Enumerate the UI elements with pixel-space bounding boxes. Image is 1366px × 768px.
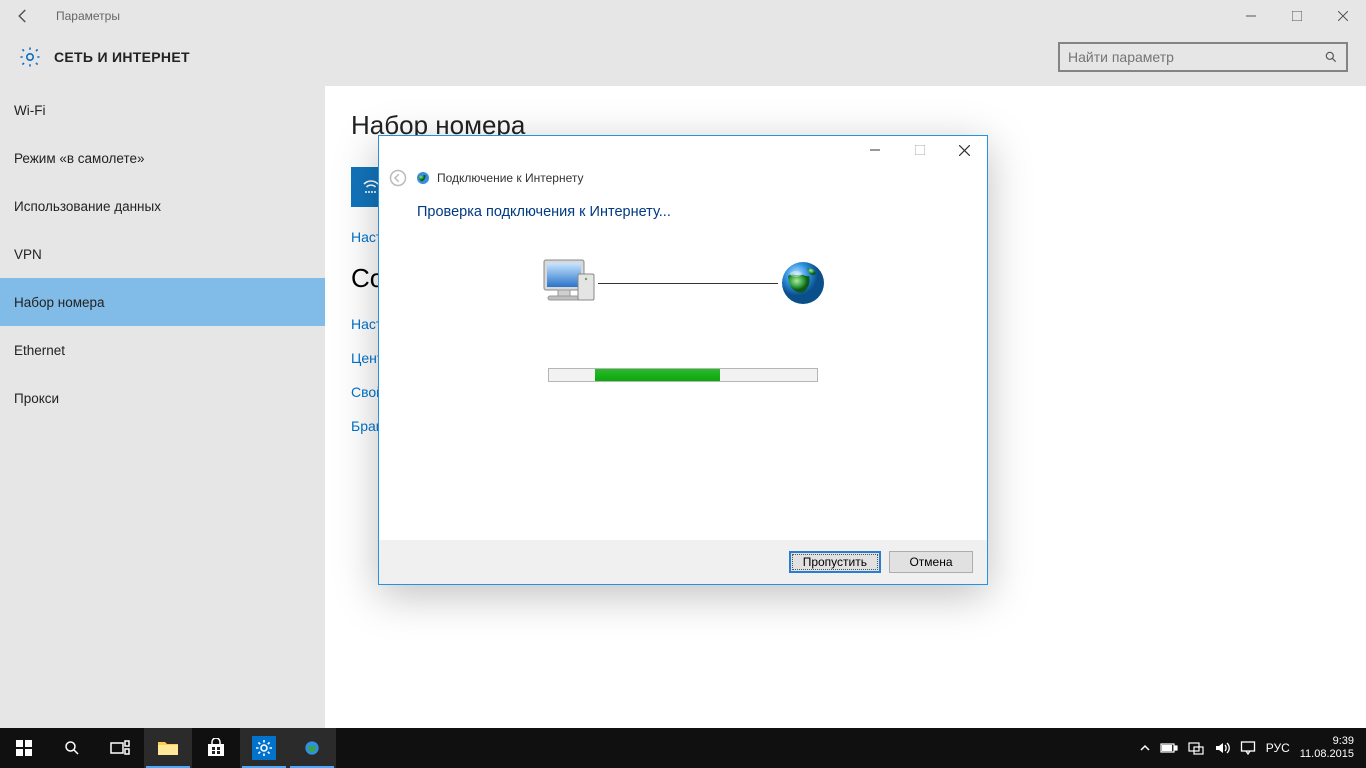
wizard-close-button[interactable] xyxy=(942,136,987,164)
connection-diagram xyxy=(417,256,949,310)
battery-icon[interactable] xyxy=(1160,742,1178,754)
wizard-minimize-button[interactable] xyxy=(852,136,897,164)
wizard-footer: Пропустить Отмена xyxy=(379,540,987,584)
network-icon[interactable] xyxy=(1188,740,1204,756)
sidebar-item-proxy[interactable]: Прокси xyxy=(0,374,325,422)
settings-header: СЕТЬ И ИНТЕРНЕТ xyxy=(0,32,1366,86)
globe-small-icon xyxy=(415,170,431,186)
gear-icon xyxy=(18,45,42,69)
task-view-button[interactable] xyxy=(96,728,144,768)
wizard-title-text: Подключение к Интернету xyxy=(437,171,584,185)
sidebar: Wi-Fi Режим «в самолете» Использование д… xyxy=(0,86,325,730)
back-button[interactable] xyxy=(14,7,38,25)
tray-overflow-icon[interactable] xyxy=(1140,743,1150,753)
sidebar-item-label: Прокси xyxy=(14,391,59,406)
action-center-icon[interactable] xyxy=(1240,740,1256,756)
wizard-title: Подключение к Интернету xyxy=(415,170,584,186)
sidebar-item-label: Ethernet xyxy=(14,343,65,358)
sidebar-item-data-usage[interactable]: Использование данных xyxy=(0,182,325,230)
cancel-button[interactable]: Отмена xyxy=(889,551,973,573)
sidebar-item-label: Wi-Fi xyxy=(14,103,45,118)
sidebar-item-label: Режим «в самолете» xyxy=(14,151,145,166)
settings-section-title: СЕТЬ И ИНТЕРНЕТ xyxy=(54,49,190,65)
maximize-button[interactable] xyxy=(1274,0,1320,32)
system-tray: РУС 9:39 11.08.2015 xyxy=(1140,728,1366,768)
sidebar-item-wifi[interactable]: Wi-Fi xyxy=(0,86,325,134)
search-input[interactable] xyxy=(1068,49,1324,65)
wizard-maximize-button xyxy=(897,136,942,164)
sidebar-item-ethernet[interactable]: Ethernet xyxy=(0,326,325,374)
search-box[interactable] xyxy=(1058,42,1348,72)
sidebar-item-label: Набор номера xyxy=(14,295,105,310)
wizard-back-button xyxy=(389,169,407,187)
taskbar-search-button[interactable] xyxy=(48,728,96,768)
computer-icon xyxy=(538,256,598,310)
minimize-button[interactable] xyxy=(1228,0,1274,32)
start-button[interactable] xyxy=(0,728,48,768)
wizard-content: Проверка подключения к Интернету... xyxy=(379,192,987,540)
skip-button[interactable]: Пропустить xyxy=(789,551,881,573)
taskbar-connection-wizard[interactable] xyxy=(288,728,336,768)
clock-date: 11.08.2015 xyxy=(1300,748,1354,761)
window-title: Параметры xyxy=(56,9,120,23)
wizard-titlebar[interactable] xyxy=(379,136,987,164)
sidebar-item-label: Использование данных xyxy=(14,199,161,214)
search-icon xyxy=(1324,50,1338,64)
wizard-nav: Подключение к Интернету xyxy=(379,164,987,192)
taskbar-store[interactable] xyxy=(192,728,240,768)
clock[interactable]: 9:39 11.08.2015 xyxy=(1300,735,1354,761)
sidebar-item-vpn[interactable]: VPN xyxy=(0,230,325,278)
settings-titlebar: Параметры xyxy=(0,0,1366,32)
progress-bar xyxy=(548,368,818,382)
wizard-status-message: Проверка подключения к Интернету... xyxy=(417,204,949,220)
globe-icon xyxy=(778,258,828,308)
close-button[interactable] xyxy=(1320,0,1366,32)
sidebar-item-dialup[interactable]: Набор номера xyxy=(0,278,325,326)
window-controls xyxy=(1228,0,1366,32)
taskbar-settings[interactable] xyxy=(240,728,288,768)
wizard-window-controls xyxy=(852,136,987,164)
input-lang[interactable]: РУС xyxy=(1266,741,1290,755)
sidebar-item-label: VPN xyxy=(14,247,42,262)
sidebar-item-airplane[interactable]: Режим «в самолете» xyxy=(0,134,325,182)
progress-fill xyxy=(595,369,720,381)
clock-time: 9:39 xyxy=(1300,735,1354,748)
volume-icon[interactable] xyxy=(1214,740,1230,756)
taskbar-explorer[interactable] xyxy=(144,728,192,768)
connection-line xyxy=(598,283,778,284)
taskbar: РУС 9:39 11.08.2015 xyxy=(0,728,1366,768)
internet-connection-wizard: Подключение к Интернету Проверка подключ… xyxy=(378,135,988,585)
